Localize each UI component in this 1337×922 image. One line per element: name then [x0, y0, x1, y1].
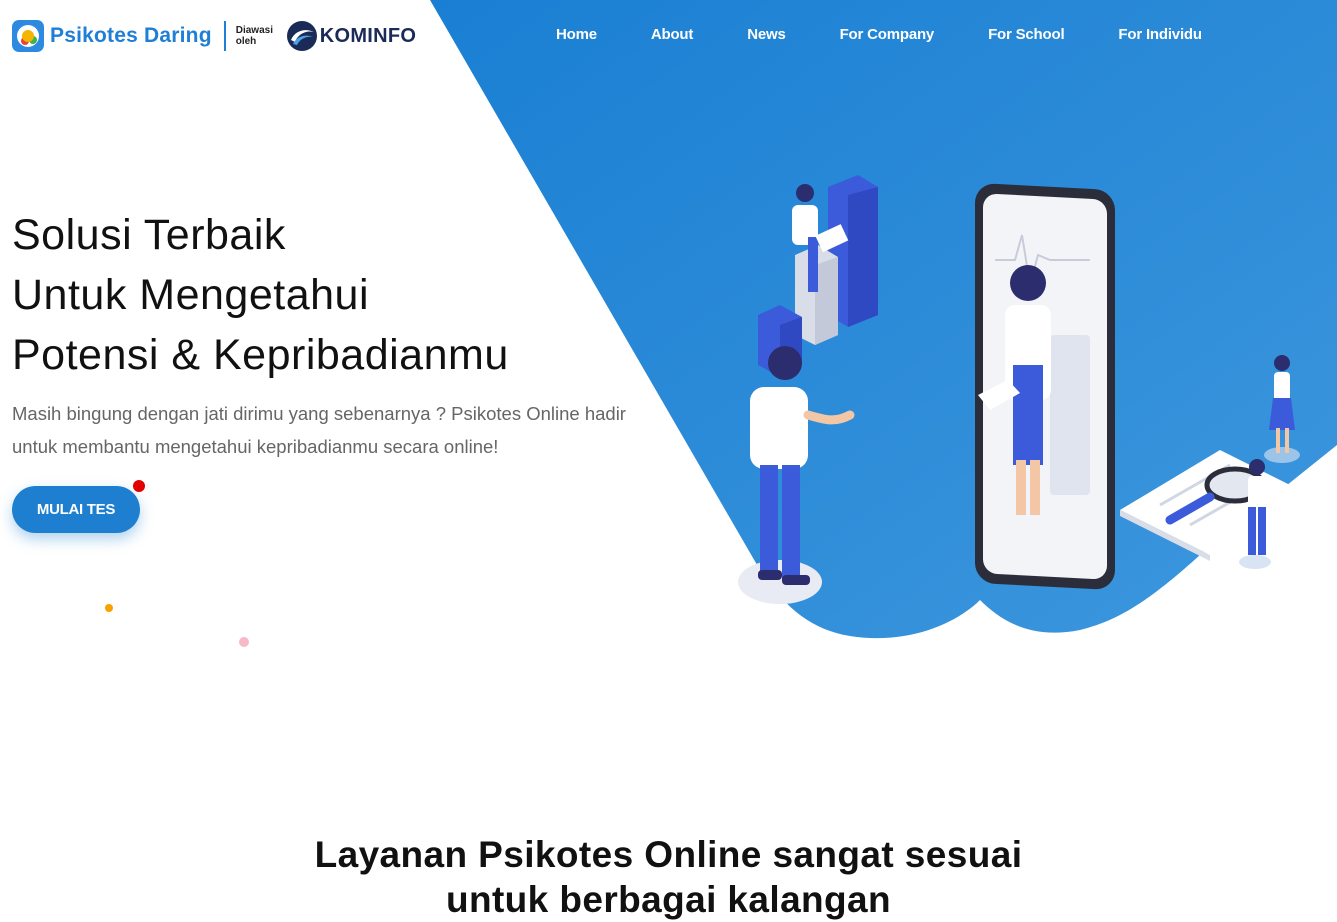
services-section-title: Layanan Psikotes Online sangat sesuai un…: [0, 832, 1337, 922]
main-nav: Home About News For Company For School F…: [520, 26, 1256, 43]
nav-for-school[interactable]: For School: [988, 26, 1065, 43]
psikotes-logo-icon: [12, 20, 44, 52]
brand-name: Psikotes Daring: [50, 24, 212, 47]
standing-man: [738, 346, 855, 604]
partner-name: KOMINFO: [319, 24, 417, 47]
section-title-line-2: untuk berbagai kalangan: [445, 879, 892, 920]
start-test-button[interactable]: MULAI TES: [12, 486, 140, 533]
nav-for-company[interactable]: For Company: [840, 26, 935, 43]
hero-title-line-2: Untuk Mengetahui: [12, 271, 369, 319]
hero-title-line-1: Solusi Terbaik: [12, 211, 286, 259]
site-header: Psikotes Daring Diawasi oleh KOMINFO Hom…: [0, 0, 1337, 75]
logo-group[interactable]: Psikotes Daring Diawasi oleh KOMINFO: [12, 20, 416, 52]
logo-divider: [223, 21, 226, 51]
section-title-line-1: Layanan Psikotes Online sangat sesuai: [314, 834, 1023, 875]
hero-title-line-3: Potensi & Kepribadianmu: [12, 331, 509, 379]
nav-for-individu[interactable]: For Individu: [1118, 26, 1202, 43]
nav-home[interactable]: Home: [556, 26, 597, 43]
hero-title: Solusi Terbaik Untuk Mengetahui Potensi …: [12, 205, 509, 385]
hero-illustration: [738, 175, 1310, 604]
hero-description: Masih bingung dengan jati dirimu yang se…: [12, 403, 626, 457]
document-magnifier: [1120, 450, 1310, 561]
decorative-dot-pink: [239, 637, 249, 647]
phone-device: [975, 183, 1115, 590]
nav-news[interactable]: News: [747, 26, 786, 43]
supervised-label: Diawasi oleh: [235, 25, 273, 47]
nav-about[interactable]: About: [651, 26, 694, 43]
small-woman: [1264, 355, 1300, 463]
kominfo-logo-icon: [286, 21, 317, 51]
decorative-dot-orange: [105, 604, 113, 612]
decorative-dot-red: [133, 480, 145, 492]
